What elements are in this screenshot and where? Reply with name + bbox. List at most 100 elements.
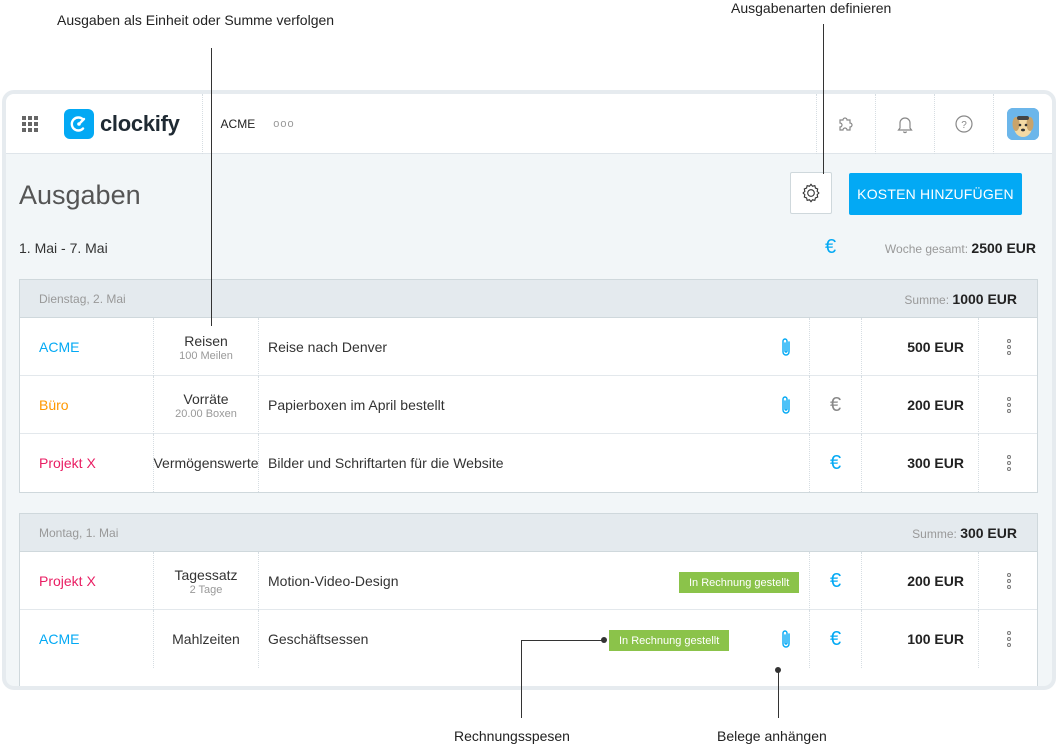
avatar-container[interactable] (993, 94, 1052, 154)
expense-row[interactable]: ACME Mahlzeiten Geschäftsessen In Rechnu… (20, 610, 1037, 668)
expense-project[interactable]: Projekt X (39, 552, 96, 610)
workspace-name[interactable]: ACME (221, 117, 256, 131)
row-menu-button[interactable] (978, 610, 1038, 668)
expense-amount[interactable]: 200 EUR (861, 376, 978, 434)
expense-project[interactable]: ACME (39, 610, 79, 668)
day-group-header: Montag, 1. Mai Summe: 300 EUR (20, 514, 1037, 552)
callout-line-invoice-v (521, 640, 522, 718)
top-bar: clockify ACME ooo ? (6, 94, 1052, 154)
category-name: Reisen (184, 332, 228, 349)
day-date: Dienstag, 2. Mai (39, 291, 126, 306)
bell-icon[interactable] (875, 94, 934, 154)
receipt-attachment[interactable] (763, 318, 809, 376)
expense-row[interactable]: ACME Reisen 100 Meilen Reise nach Denver… (20, 318, 1037, 376)
day-date: Montag, 1. Mai (39, 525, 119, 540)
category-name: Tagessatz (174, 566, 238, 583)
day-sum-label: Summe: (912, 526, 961, 541)
expense-category[interactable]: Mahlzeiten (153, 610, 259, 668)
puzzle-icon[interactable] (816, 94, 875, 154)
day-sum: Summe: 300 EUR (912, 525, 1017, 541)
category-name: Vermögenswerte (153, 455, 259, 471)
expense-row[interactable]: Projekt X Tagessatz 2 Tage Motion-Video-… (20, 552, 1037, 610)
week-total: Woche gesamt: 2500 EUR (885, 240, 1036, 256)
day-group: Dienstag, 2. Mai Summe: 1000 EUR ACME Re… (19, 279, 1038, 493)
help-icon[interactable]: ? (934, 94, 993, 154)
billable-filter-icon[interactable]: € (825, 236, 836, 259)
callout-line-define-types (823, 24, 824, 174)
billable-toggle[interactable] (809, 318, 861, 376)
topbar-actions: ? (816, 94, 1052, 154)
invoiced-badge: In Rechnung gestellt (609, 630, 730, 651)
week-total-value: 2500 EUR (971, 240, 1036, 256)
clockify-logo-icon (64, 108, 94, 139)
callout-attach-receipts: Belege anhängen (717, 728, 827, 744)
day-sum-label: Summe: (904, 292, 953, 307)
apps-grid-icon[interactable] (6, 94, 54, 154)
avatar[interactable] (1007, 108, 1039, 140)
callout-line-invoice-h (521, 640, 603, 641)
expense-category[interactable]: Vorräte 20.00 Boxen (153, 376, 259, 434)
expense-amount[interactable]: 300 EUR (861, 434, 978, 492)
invoiced-badge: In Rechnung gestellt (679, 572, 800, 593)
expense-row[interactable]: Büro Vorräte 20.00 Boxen Papierboxen im … (20, 376, 1037, 434)
expense-category[interactable]: Reisen 100 Meilen (153, 318, 259, 376)
app-name: clockify (100, 110, 180, 136)
page-title: Ausgaben (19, 180, 141, 210)
date-range[interactable]: 1. Mai - 7. Mai (19, 240, 108, 256)
expense-project[interactable]: ACME (39, 318, 79, 376)
row-menu-button[interactable] (978, 552, 1038, 610)
row-menu-button[interactable] (978, 318, 1038, 376)
callout-track-units: Ausgaben als Einheit oder Summe verfolge… (57, 12, 335, 28)
add-expense-button[interactable]: KOSTEN HINZUFÜGEN (849, 173, 1022, 215)
callout-line-receipt (778, 670, 779, 718)
gear-icon (802, 183, 820, 203)
expense-project[interactable]: Projekt X (39, 434, 96, 492)
category-quantity: 20.00 Boxen (175, 407, 237, 420)
expense-amount[interactable]: 500 EUR (861, 318, 978, 376)
paperclip-icon (782, 630, 790, 648)
expense-project[interactable]: Büro (39, 376, 69, 434)
expense-settings-button[interactable] (790, 172, 832, 214)
svg-text:?: ? (961, 120, 967, 131)
row-menu-button[interactable] (978, 434, 1038, 492)
clockify-logo[interactable]: clockify (64, 108, 180, 139)
screenshot-stage: Ausgaben als Einheit oder Summe verfolge… (0, 0, 1058, 746)
workspace-more-button[interactable]: ooo (273, 118, 294, 130)
category-quantity: 100 Meilen (179, 349, 233, 362)
kebab-icon (1006, 397, 1011, 413)
kebab-icon (1006, 339, 1011, 355)
paperclip-icon (782, 396, 790, 414)
paperclip-icon (782, 338, 790, 356)
day-sum-value: 300 EUR (960, 524, 1017, 541)
expense-description[interactable]: Reise nach Denver (268, 318, 387, 376)
category-name: Mahlzeiten (172, 631, 240, 647)
expense-row[interactable]: Projekt X Vermögenswerte Bilder und Schr… (20, 434, 1037, 492)
expense-description[interactable]: Bilder und Schriftarten für die Website (268, 434, 504, 492)
expense-description[interactable]: Geschäftsessen (268, 610, 368, 668)
divider (201, 94, 203, 154)
receipt-attachment[interactable] (763, 376, 809, 434)
receipt-attachment[interactable] (763, 610, 809, 668)
day-sum-value: 1000 EUR (952, 290, 1017, 307)
expense-amount[interactable]: 200 EUR (861, 552, 978, 610)
week-total-label: Woche gesamt: (884, 242, 972, 256)
expense-category[interactable]: Tagessatz 2 Tage (153, 552, 259, 610)
expense-category[interactable]: Vermögenswerte (153, 434, 259, 492)
category-quantity: 2 Tage (189, 583, 223, 596)
category-name: Vorräte (183, 390, 229, 407)
row-menu-button[interactable] (978, 376, 1038, 434)
callout-define-types: Ausgabenarten definieren (731, 0, 892, 16)
callout-invoice-expenses: Rechnungsspesen (454, 728, 570, 744)
billable-toggle[interactable]: € (809, 552, 861, 610)
expense-description[interactable]: Motion-Video-Design (268, 552, 398, 610)
kebab-icon (1006, 631, 1011, 647)
billable-toggle[interactable]: € (809, 434, 861, 492)
billable-toggle[interactable]: € (809, 376, 861, 434)
day-group: Montag, 1. Mai Summe: 300 EUR Projekt X … (19, 513, 1038, 686)
expense-description[interactable]: Papierboxen im April bestellt (268, 376, 445, 434)
expense-amount[interactable]: 100 EUR (861, 610, 978, 668)
day-sum: Summe: 1000 EUR (904, 291, 1017, 307)
callout-line-track-units (211, 48, 212, 326)
billable-toggle[interactable]: € (809, 610, 861, 668)
kebab-icon (1006, 455, 1011, 471)
